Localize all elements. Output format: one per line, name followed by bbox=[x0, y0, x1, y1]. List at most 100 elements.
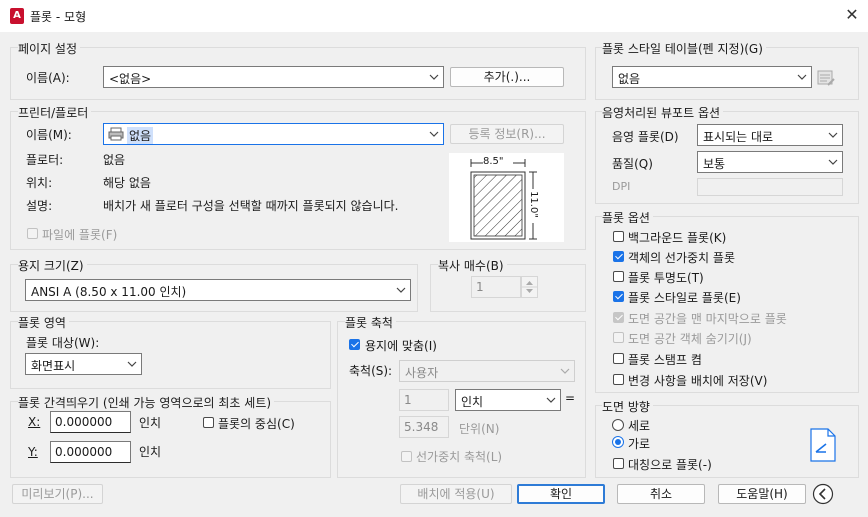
description-value: 배치가 새 플로터 구성을 선택할 때까지 플롯되지 않습니다. bbox=[103, 199, 399, 213]
collapse-chevron-icon[interactable] bbox=[812, 483, 834, 505]
page-setup-title: 페이지 설정 bbox=[18, 40, 81, 57]
plot-what-dropdown[interactable]: 화면표시 bbox=[25, 353, 142, 375]
plot-to-file-label: 파일에 플롯(F) bbox=[42, 228, 118, 242]
window-title: 플롯 - 모형 bbox=[30, 10, 87, 24]
shade-plot-value: 표시되는 대로 bbox=[703, 130, 774, 144]
close-icon[interactable]: ✕ bbox=[840, 4, 864, 26]
scale-value2-field[interactable]: 5.348 bbox=[399, 416, 449, 438]
chevron-down-icon bbox=[828, 132, 838, 138]
plot-option-label: 플롯 스타일로 플롯(E) bbox=[628, 291, 741, 305]
portrait-radio[interactable] bbox=[612, 419, 624, 431]
page-setup-name-value: <없음> bbox=[109, 72, 152, 86]
background-plot-checkbox[interactable] bbox=[613, 231, 624, 242]
shade-plot-dropdown[interactable]: 표시되는 대로 bbox=[697, 124, 843, 146]
paper-size-dropdown[interactable]: ANSI A (8.50 x 11.00 인치) bbox=[25, 279, 411, 301]
scale-lineweights-checkbox[interactable] bbox=[401, 451, 412, 462]
plot-area-title: 플롯 영역 bbox=[18, 314, 69, 331]
scale-value: 사용자 bbox=[405, 366, 439, 380]
printer-icon bbox=[108, 127, 124, 141]
plot-scale-title: 플롯 축척 bbox=[345, 314, 396, 331]
plot-option-label: 플롯 스탬프 켬 bbox=[628, 353, 702, 367]
edit-plot-style-icon[interactable] bbox=[816, 68, 836, 88]
preview-button[interactable]: 미리보기(P)... bbox=[12, 484, 103, 504]
plotter-label: 플로터: bbox=[26, 153, 64, 167]
landscape-radio[interactable] bbox=[612, 436, 624, 448]
quality-label: 품질(Q) bbox=[612, 157, 653, 171]
dpi-field[interactable] bbox=[697, 178, 843, 196]
shade-plot-label: 음영 플롯(D) bbox=[612, 130, 679, 144]
fit-to-paper-checkbox[interactable] bbox=[349, 339, 360, 350]
center-plot-label: 플롯의 중심(C) bbox=[218, 417, 295, 431]
plot-option-label: 변경 사항을 배치에 저장(V) bbox=[628, 374, 768, 388]
save-to-layout-checkbox[interactable] bbox=[613, 374, 624, 385]
apply-to-layout-button[interactable]: 배치에 적용(U) bbox=[400, 484, 512, 504]
help-button[interactable]: 도움말(H) bbox=[718, 484, 806, 504]
location-value: 해당 없음 bbox=[103, 176, 151, 190]
orientation-title: 도면 방향 bbox=[602, 398, 653, 415]
plot-stamp-checkbox[interactable] bbox=[613, 353, 624, 364]
plot-with-styles-checkbox[interactable] bbox=[613, 291, 624, 302]
center-plot-checkbox[interactable] bbox=[203, 417, 214, 428]
cancel-button[interactable]: 취소 bbox=[617, 484, 705, 504]
offset-x-field[interactable]: 0.000000 bbox=[50, 411, 131, 433]
scale-unit-value: 인치 bbox=[461, 395, 484, 409]
scale-units-label: 단위(N) bbox=[459, 422, 500, 436]
printer-name-dropdown[interactable]: 없음 bbox=[103, 123, 444, 145]
plot-style-table-value: 없음 bbox=[618, 72, 641, 86]
paper-width-label: 8.5" bbox=[483, 156, 504, 167]
landscape-orientation-icon bbox=[810, 428, 836, 462]
page-setup-name-dropdown[interactable]: <없음> bbox=[103, 66, 444, 88]
printer-name-value: 없음 bbox=[127, 127, 154, 144]
chevron-down-icon bbox=[127, 361, 137, 367]
plot-lineweights-checkbox[interactable] bbox=[613, 251, 624, 262]
quality-value: 보통 bbox=[703, 157, 726, 171]
scale-dropdown[interactable]: 사용자 bbox=[399, 360, 575, 382]
chevron-down-icon bbox=[560, 368, 570, 374]
chevron-down-icon bbox=[429, 74, 439, 80]
add-page-setup-button[interactable]: 추가(.)... bbox=[450, 67, 564, 87]
location-label: 위치: bbox=[26, 176, 53, 190]
plot-option-label: 백그라운드 플롯(K) bbox=[628, 231, 727, 245]
plot-what-value: 화면표시 bbox=[31, 359, 76, 373]
printer-name-label: 이름(M): bbox=[26, 128, 72, 142]
scale-value1: 1 bbox=[404, 393, 412, 407]
offset-x-value: 0.000000 bbox=[55, 415, 113, 429]
description-label: 설명: bbox=[26, 199, 53, 213]
scale-value2: 5.348 bbox=[404, 420, 439, 434]
chevron-down-icon bbox=[396, 287, 406, 293]
printer-properties-button[interactable]: 등록 정보(R)... bbox=[450, 124, 564, 144]
scale-unit-dropdown[interactable]: 인치 bbox=[455, 389, 561, 411]
plot-option-label: 플롯 투명도(T) bbox=[628, 271, 704, 285]
paper-size-value: ANSI A (8.50 x 11.00 인치) bbox=[31, 285, 187, 299]
offset-y-label: Y: bbox=[28, 445, 38, 459]
dpi-label: DPI bbox=[612, 180, 631, 193]
upside-down-checkbox[interactable] bbox=[613, 458, 624, 469]
plot-options-title: 플롯 옵션 bbox=[602, 209, 653, 226]
hide-paperspace-objects-checkbox[interactable] bbox=[613, 332, 624, 343]
plot-to-file-checkbox[interactable] bbox=[27, 228, 38, 239]
paper-height-label: 11.0" bbox=[527, 191, 539, 218]
copies-value: 1 bbox=[476, 280, 484, 294]
plot-option-label: 도면 공간을 맨 마지막으로 플롯 bbox=[628, 312, 787, 326]
offset-y-unit: 인치 bbox=[139, 445, 162, 459]
plot-paperspace-last-checkbox[interactable] bbox=[613, 312, 624, 323]
paper-size-title: 용지 크기(Z) bbox=[18, 257, 87, 274]
ok-button[interactable]: 확인 bbox=[517, 484, 605, 504]
scale-equals: = bbox=[565, 391, 576, 405]
chevron-down-icon bbox=[546, 397, 556, 403]
shaded-viewport-title: 음영처리된 뷰포트 옵션 bbox=[602, 104, 724, 121]
paper-preview: 8.5" 11.0" bbox=[449, 153, 564, 242]
plotter-value: 없음 bbox=[103, 153, 126, 167]
chevron-down-icon bbox=[797, 74, 807, 80]
landscape-label: 가로 bbox=[628, 437, 651, 451]
copies-field[interactable]: 1 bbox=[471, 276, 521, 298]
plot-style-table-title: 플롯 스타일 테이블(펜 지정)(G) bbox=[602, 40, 766, 57]
copies-spinner[interactable] bbox=[521, 276, 538, 298]
plot-style-table-dropdown[interactable]: 없음 bbox=[612, 66, 812, 88]
offset-y-field[interactable]: 0.000000 bbox=[50, 441, 131, 463]
chevron-down-icon bbox=[429, 131, 439, 137]
scale-value1-field[interactable]: 1 bbox=[399, 389, 449, 411]
spinner-arrows-icon bbox=[522, 281, 537, 293]
quality-dropdown[interactable]: 보통 bbox=[697, 151, 843, 173]
plot-transparency-checkbox[interactable] bbox=[613, 271, 624, 282]
